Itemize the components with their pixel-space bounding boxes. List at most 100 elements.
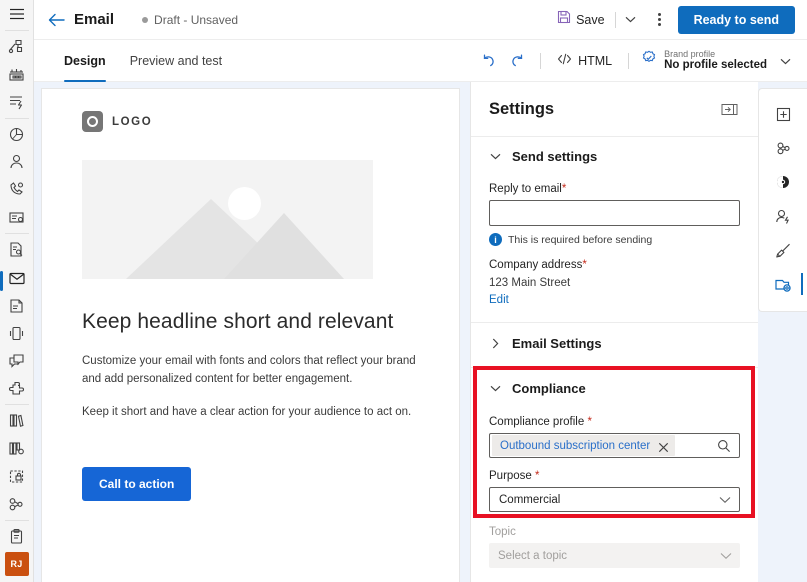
email-settings-label: Email Settings	[512, 335, 602, 351]
chevron-down-icon	[719, 491, 731, 509]
company-address-label: Company address*	[489, 259, 740, 271]
reply-to-email-input[interactable]	[489, 200, 740, 226]
toolbar-divider-2	[628, 52, 630, 69]
required-asterisk: *	[561, 183, 567, 195]
brand-badge-icon	[641, 50, 657, 71]
reply-to-email-label: Reply to email*	[489, 183, 740, 195]
email-paragraph-1[interactable]: Customize your email with fonts and colo…	[82, 353, 419, 389]
sidebar-item-contact[interactable]	[0, 148, 34, 176]
themes-icon[interactable]	[766, 165, 800, 199]
reply-to-email-hint: i This is required before sending	[489, 233, 740, 246]
tab-design[interactable]: Design	[54, 40, 116, 82]
compliance-profile-value: Outbound subscription center	[500, 439, 651, 452]
sidebar-item-library-assets[interactable]	[0, 407, 34, 435]
email-settings-section: Email Settings	[471, 323, 758, 363]
toolbar-divider	[540, 52, 542, 69]
brand-chevron-down-icon	[780, 52, 791, 70]
chevron-down-icon	[720, 547, 732, 565]
undo-icon[interactable]	[474, 47, 502, 75]
status-dot	[142, 16, 149, 23]
company-address-value: 123 Main Street	[489, 277, 571, 289]
settings-panel: Settings Send settings Reply to email* i…	[470, 82, 758, 582]
tab-preview-label: Preview and test	[129, 53, 223, 68]
edit-company-address-link[interactable]: Edit	[489, 294, 509, 306]
topic-dropdown[interactable]: Select a topic	[489, 543, 740, 568]
header-actions: Save Ready to send	[553, 5, 795, 34]
settings-title: Settings	[489, 99, 555, 118]
email-logo-block[interactable]: LOGO	[82, 111, 419, 132]
sidebar-item-mobile-device[interactable]	[0, 319, 34, 347]
brand-profile-selector[interactable]: Brand profile No profile selected	[637, 47, 795, 75]
brand-profile-text: Brand profile No profile selected	[664, 49, 767, 73]
editor-toolbar: Design Preview and test HTML Brand profi…	[34, 40, 807, 82]
left-navigation-rail: RJ	[0, 0, 34, 582]
status-text: Draft - Unsaved	[154, 12, 239, 27]
header-divider	[614, 11, 616, 28]
email-preview-card[interactable]: LOGO Keep headline short and relevant Cu…	[41, 88, 460, 582]
sidebar-item-activity-list[interactable]	[0, 88, 34, 116]
brand-profile-value: No profile selected	[664, 59, 767, 72]
ready-to-send-button[interactable]: Ready to send	[677, 5, 795, 34]
rail-divider	[4, 519, 29, 521]
logo-text: LOGO	[112, 115, 153, 128]
sidebar-item-custom-channel[interactable]	[0, 375, 34, 403]
sidebar-item-push-notification[interactable]	[0, 291, 34, 319]
sidebar-item-email[interactable]	[0, 264, 34, 292]
code-icon	[557, 52, 572, 70]
sidebar-item-card-form[interactable]	[0, 204, 34, 232]
sidebar-item-templates[interactable]	[0, 435, 34, 463]
tab-design-label: Design	[64, 53, 106, 68]
purpose-value: Commercial	[499, 493, 561, 506]
email-settings-header[interactable]: Email Settings	[489, 323, 740, 363]
email-canvas: LOGO Keep headline short and relevant Cu…	[34, 82, 467, 582]
settings-panel-icon[interactable]	[766, 267, 803, 301]
compliance-label: Compliance	[512, 380, 586, 396]
purpose-label: Purpose *	[489, 470, 740, 482]
brand-profile-caption: Brand profile	[664, 48, 716, 59]
email-cta-button[interactable]: Call to action	[82, 466, 192, 501]
close-icon[interactable]	[658, 440, 669, 453]
sidebar-item-segment-doc[interactable]	[0, 236, 34, 264]
save-chevron-down-icon[interactable]	[622, 9, 640, 31]
hamburger-menu-icon[interactable]	[0, 0, 34, 28]
email-paragraph-2[interactable]: Keep it short and have a clear action fo…	[82, 404, 419, 422]
sidebar-item-journeys[interactable]	[0, 490, 34, 518]
sidebar-item-text-message[interactable]	[0, 347, 34, 375]
search-icon[interactable]	[711, 439, 737, 453]
avatar-initials: RJ	[4, 552, 29, 577]
user-avatar[interactable]: RJ	[0, 550, 34, 578]
html-button[interactable]: HTML	[549, 48, 620, 74]
save-button[interactable]: Save	[553, 7, 609, 32]
purpose-dropdown[interactable]: Commercial	[489, 487, 740, 512]
sidebar-item-sitemap[interactable]	[0, 33, 34, 61]
email-headline[interactable]: Keep headline short and relevant	[82, 308, 419, 336]
layouts-icon[interactable]	[766, 131, 800, 165]
arrow-left-icon[interactable]	[42, 6, 70, 34]
compliance-header[interactable]: Compliance	[489, 368, 740, 408]
add-element-icon[interactable]	[766, 97, 800, 131]
chevron-down-icon	[489, 385, 501, 392]
redo-icon[interactable]	[504, 47, 532, 75]
save-label: Save	[576, 12, 605, 27]
rail-divider	[4, 29, 29, 31]
reply-to-email-hint-text: This is required before sending	[508, 233, 653, 246]
sidebar-item-forms[interactable]	[0, 463, 34, 491]
right-tool-rail	[758, 88, 807, 312]
expand-panel-icon[interactable]	[718, 100, 740, 118]
sidebar-item-dashboard[interactable]	[0, 60, 34, 88]
personalization-icon[interactable]	[766, 199, 800, 233]
image-placeholder-icon[interactable]	[82, 160, 373, 279]
topic-placeholder: Select a topic	[498, 549, 568, 562]
sidebar-item-analytics[interactable]	[0, 120, 34, 148]
styles-brush-icon[interactable]	[766, 233, 800, 267]
settings-header: Settings	[471, 82, 758, 137]
reply-to-email-label-text: Reply to email	[489, 183, 562, 195]
more-vertical-icon[interactable]	[648, 8, 672, 32]
email-editor-app: RJ Email Draft - Unsaved Save Ready to s…	[0, 0, 807, 582]
tab-preview-and-test[interactable]: Preview and test	[120, 40, 232, 82]
compliance-profile-chip[interactable]: Outbound subscription center	[492, 435, 676, 456]
sidebar-item-clipboard-tasks[interactable]	[0, 523, 34, 551]
sidebar-item-customer-voice[interactable]	[0, 176, 34, 204]
compliance-profile-picker[interactable]: Outbound subscription center	[489, 433, 740, 458]
send-settings-header[interactable]: Send settings	[489, 137, 740, 175]
